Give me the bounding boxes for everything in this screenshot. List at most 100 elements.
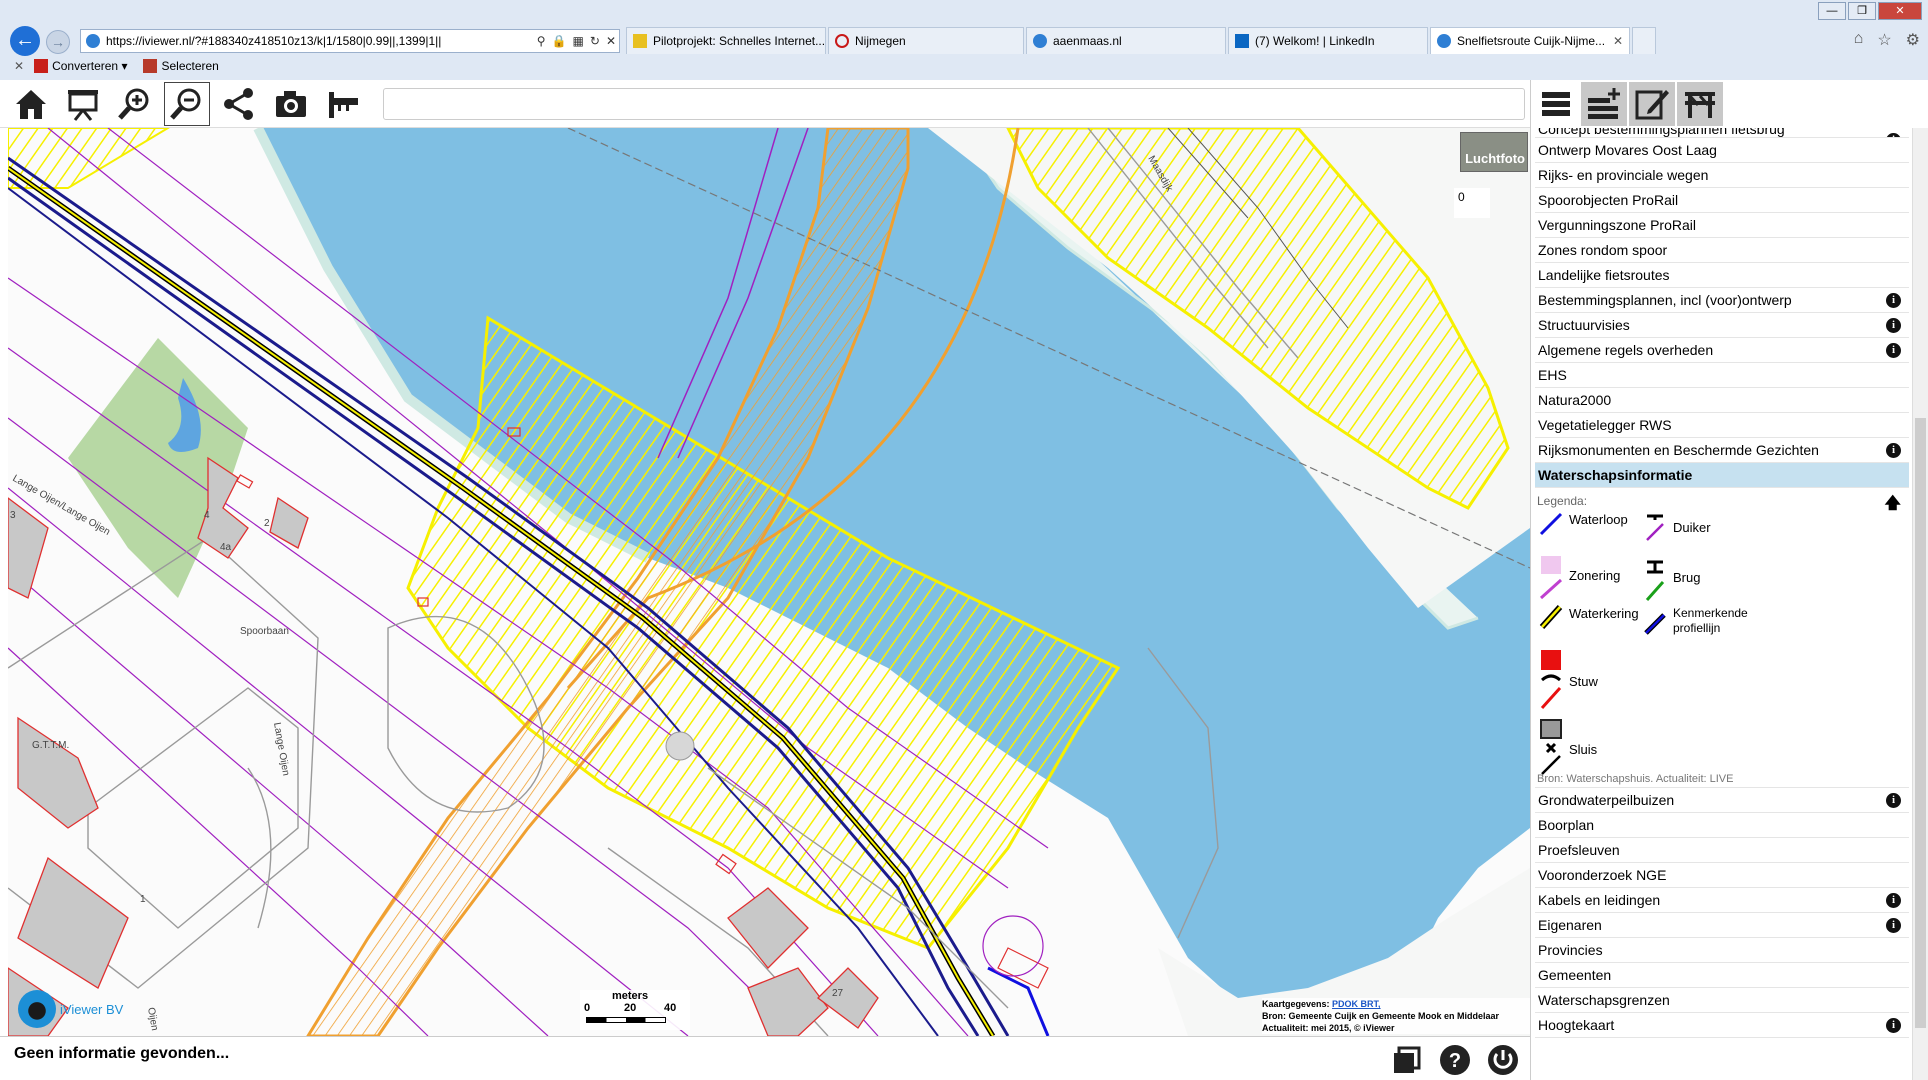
url-text[interactable]: https://iviewer.nl/?#188340z418510z13/k|… [106, 34, 534, 48]
layer-label: Gemeenten [1538, 967, 1612, 983]
layer-label: Rijksmonumenten en Beschermde Gezichten [1538, 442, 1819, 458]
tab-row: ← → https://iviewer.nl/?#188340z418510z1… [0, 24, 1928, 56]
stop-icon[interactable]: ✕ [603, 34, 619, 48]
close-window-button[interactable]: ✕ [1878, 2, 1922, 20]
construction-button[interactable] [1677, 82, 1723, 126]
layer-label: Algemene regels overheden [1538, 342, 1714, 358]
layer-row[interactable]: Structuurvisies i [1535, 313, 1909, 338]
layer-row[interactable]: Landelijke fietsroutes [1535, 263, 1909, 288]
layer-row[interactable]: Vergunningszone ProRail [1535, 213, 1909, 238]
layer-row[interactable]: Provincies [1535, 938, 1909, 963]
aerial-photo-toggle[interactable]: Luchtfoto [1460, 132, 1528, 172]
home-browser-icon[interactable]: ⌂ [1854, 30, 1864, 50]
edit-icon [1635, 90, 1669, 120]
layer-row[interactable]: Rijksmonumenten en Beschermde Gezichten i [1535, 438, 1909, 463]
layer-row[interactable]: Bestemmingsplannen, incl (voor)ontwerp i [1535, 288, 1909, 313]
layer-row[interactable]: Vegetatielegger RWS [1535, 413, 1909, 438]
presentation-button[interactable] [60, 82, 106, 126]
layer-label: Bestemmingsplannen, incl (voor)ontwerp [1538, 292, 1792, 308]
search-icon[interactable]: ⚲ [534, 34, 549, 48]
settings-gear-icon[interactable]: ⚙ [1906, 30, 1920, 50]
layer-row[interactable]: Zones rondom spoor [1535, 238, 1909, 263]
layer-row[interactable]: Natura2000 [1535, 388, 1909, 413]
tab-aaenmaas[interactable]: aaenmaas.nl [1026, 27, 1226, 54]
info-icon[interactable]: i [1886, 793, 1901, 808]
convert-button[interactable]: Converteren ▾ [34, 59, 127, 73]
info-icon[interactable]: i [1886, 893, 1901, 908]
camera-button[interactable] [268, 82, 314, 126]
map-canvas[interactable]: Spoorbaan Lange Oijen Lange Oijen/Lange … [8, 128, 1530, 1036]
minimize-button[interactable]: — [1818, 2, 1846, 20]
restore-button[interactable]: ❐ [1848, 2, 1876, 20]
layer-row[interactable]: Kabels en leidingen i [1535, 888, 1909, 913]
layer-row[interactable]: Algemene regels overheden i [1535, 338, 1909, 363]
layer-waterschapsinformatie[interactable]: Waterschapsinformatie [1535, 463, 1909, 488]
search-input[interactable] [383, 88, 1525, 120]
layer-row[interactable]: Boorplan [1535, 813, 1909, 838]
info-icon[interactable]: i [1886, 343, 1901, 358]
favorites-star-icon[interactable]: ☆ [1877, 30, 1891, 50]
layer-row[interactable]: Ontwerp Movares Oost Laag [1535, 138, 1909, 163]
info-icon[interactable]: i [1886, 443, 1901, 458]
measure-button[interactable] [320, 82, 366, 126]
tab-pilotprojekt[interactable]: Pilotprojekt: Schnelles Internet... [626, 27, 826, 54]
layer-row[interactable]: EHS [1535, 363, 1909, 388]
layer-row[interactable]: Hoogtekaart i [1535, 1013, 1909, 1038]
legend-label: Sluis [1569, 742, 1598, 757]
scale-tick: 20 [624, 1002, 637, 1014]
zoom-in-button[interactable] [112, 82, 158, 126]
info-icon[interactable]: i [1886, 293, 1901, 308]
tab-linkedin[interactable]: (7) Welkom! | LinkedIn [1228, 27, 1428, 54]
layer-row[interactable]: Rijks- en provinciale wegen [1535, 163, 1909, 188]
forward-button[interactable]: → [46, 30, 70, 54]
layer-row[interactable]: Grondwaterpeilbuizen i [1535, 788, 1909, 813]
info-icon[interactable]: i [1886, 1018, 1901, 1033]
layer-label: Zones rondom spoor [1538, 242, 1668, 258]
legend-label: Waterkering [1569, 606, 1639, 621]
brug-symbol-icon [1645, 560, 1665, 601]
layer-row[interactable]: Vooronderzoek NGE [1535, 863, 1909, 888]
layer-row[interactable]: Concept bestemmingsplannen fietsbrugi [1535, 128, 1909, 138]
layer-label: Proefsleuven [1538, 842, 1620, 858]
edit-button[interactable] [1629, 82, 1675, 126]
power-button[interactable] [1486, 1043, 1520, 1077]
layer-row[interactable]: Waterschapsgrenzen [1535, 988, 1909, 1013]
tab-nijmegen[interactable]: Nijmegen [828, 27, 1024, 54]
layer-list-button[interactable] [1533, 82, 1579, 126]
layers-stack-button[interactable] [1390, 1043, 1424, 1077]
home-button[interactable] [8, 82, 54, 126]
legend-waterloop: Waterloop [1539, 512, 1628, 536]
status-message: Geen informatie gevonden... [14, 1045, 230, 1062]
new-tab-button[interactable] [1632, 27, 1656, 54]
select-button[interactable]: Selecteren [143, 59, 219, 73]
address-bar[interactable]: https://iviewer.nl/?#188340z418510z13/k|… [80, 29, 620, 53]
zoom-out-button[interactable] [164, 82, 210, 126]
legend-sluis: Sluis [1539, 718, 1597, 778]
help-button[interactable]: ? [1438, 1043, 1472, 1077]
layer-row[interactable]: Eigenaren i [1535, 913, 1909, 938]
collapse-arrow-icon[interactable]: 🡅 [1885, 492, 1901, 519]
add-layer-button[interactable] [1581, 82, 1627, 126]
attribution-link[interactable]: PDOK BRT, [1332, 999, 1381, 1009]
layer-label: Hoogtekaart [1538, 1017, 1615, 1033]
layer-label: Provincies [1538, 942, 1603, 958]
share-button[interactable] [216, 82, 262, 126]
layer-row[interactable]: Proefsleuven [1535, 838, 1909, 863]
panel-scrollbar[interactable] [1912, 128, 1928, 1080]
info-icon[interactable]: i [1886, 318, 1901, 333]
layer-row[interactable]: Spoorobjecten ProRail [1535, 188, 1909, 213]
compat-icon[interactable]: ▦ [570, 34, 587, 48]
scrollbar-thumb[interactable] [1915, 418, 1926, 1028]
lock-icon[interactable]: 🔒 [549, 34, 570, 48]
layer-row[interactable]: Gemeenten [1535, 963, 1909, 988]
back-button[interactable]: ← [10, 26, 40, 56]
select-icon [143, 59, 158, 73]
legend-duiker: Duiker [1643, 512, 1711, 542]
close-tab-icon[interactable]: ✕ [1607, 34, 1623, 48]
tab-label: aaenmaas.nl [1053, 34, 1122, 48]
info-icon[interactable]: i [1886, 918, 1901, 933]
measure-icon [329, 92, 358, 118]
tab-snelfietsroute[interactable]: Snelfietsroute Cuijk-Nijme... ✕ [1430, 27, 1630, 54]
refresh-icon[interactable]: ↻ [587, 34, 603, 48]
close-cmdbar-icon[interactable]: ✕ [14, 59, 24, 73]
